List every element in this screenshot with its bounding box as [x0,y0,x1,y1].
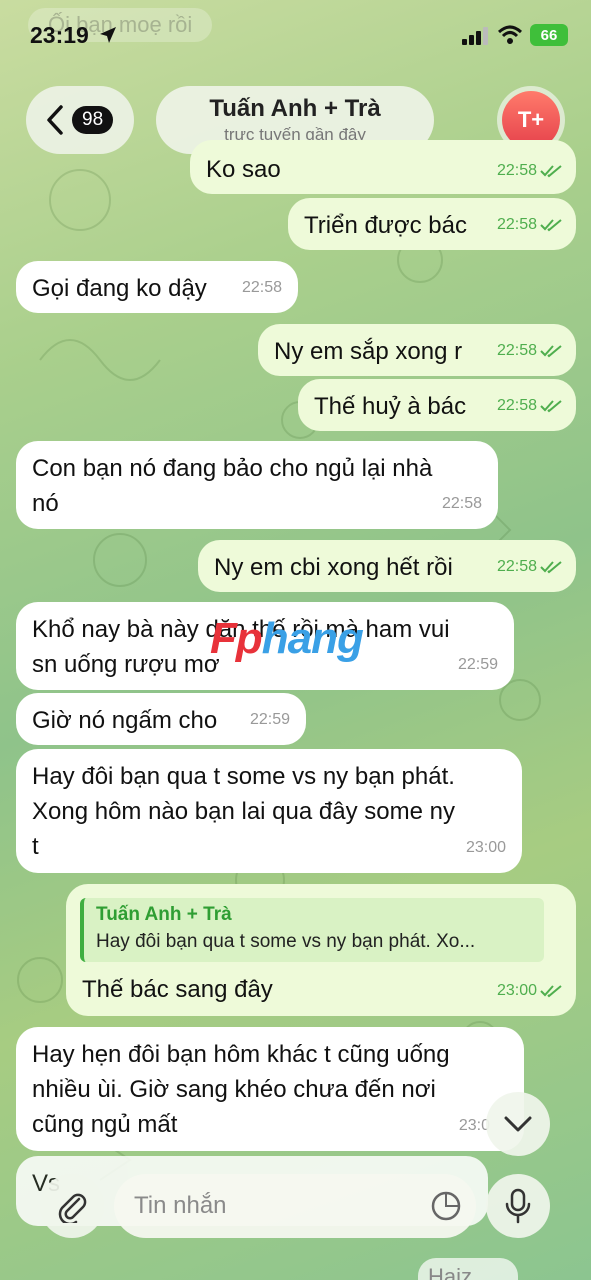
message-time: 22:59 [457,656,498,673]
message-text-line: sn uống rượu mơ [32,651,220,678]
message-text-line: Hay đôi bạn qua t some vs ny bạn phát. [32,763,455,790]
message-text-line: Hay hẹn đôi bạn hôm khác t cũng uống [32,1041,450,1068]
message-text-line: nhiều ùi. Giờ sang khéo chưa đến nơi [32,1076,436,1103]
unread-count-badge: 98 [72,106,114,134]
chevron-down-icon [504,1116,532,1132]
message-bubble-outgoing-reply[interactable]: Tuấn Anh + Trà Hay đôi bạn qua t some vs… [66,884,576,1016]
message-meta: 22:58 [497,388,562,423]
message-text: Triển được bác [304,212,467,239]
message-time: 22:58 [496,558,537,575]
sticker-icon[interactable] [430,1190,462,1222]
chevron-left-icon [47,105,63,135]
message-time: 22:58 [496,397,537,414]
reply-quote[interactable]: Tuấn Anh + Trà Hay đôi bạn qua t some vs… [80,898,544,962]
message-meta: 22:58 [497,549,562,584]
scroll-to-bottom-button[interactable] [486,1092,550,1156]
double-check-icon [540,218,562,231]
message-bubble-incoming[interactable]: Giờ nó ngấm cho 22:59 [16,693,306,745]
message-text: Gọi đang ko dậy [32,275,207,302]
cellular-signal-icon [462,27,488,45]
message-text-line: nó [32,490,59,517]
message-text-line: Con bạn nó đang bảo cho ngủ lại nhà [32,455,433,482]
message-text: Thế bác sang đây [82,976,273,1003]
message-bubble-outgoing[interactable]: Ny em cbi xong hết rồi 22:58 [198,540,576,592]
message-input[interactable] [134,1186,414,1226]
message-text: Giờ nó ngấm cho [32,707,218,734]
message-time: 22:58 [241,279,282,296]
message-bubble-outgoing[interactable]: Thế huỷ à bác 22:58 [298,379,576,431]
chat-title: Tuấn Anh + Trà [209,95,381,122]
microphone-icon [505,1188,531,1224]
message-time: 23:00 [465,839,506,856]
double-check-icon [540,344,562,357]
message-text-line: cũng ngủ mất [32,1111,178,1138]
next-message-peek: Haiz [418,1258,518,1280]
reply-snippet: Hay đôi bạn qua t some vs ny bạn phát. X… [96,931,476,952]
message-bubble-outgoing[interactable]: Triển được bác 22:58 [288,198,576,250]
location-arrow-icon [100,27,116,43]
message-bubble-outgoing[interactable]: Ny em sắp xong r 22:58 [258,324,576,376]
message-time: 22:59 [249,711,290,728]
wifi-icon [497,25,523,44]
message-meta: 23:00 [497,973,562,1008]
message-text: Ny em cbi xong hết rồi [214,554,453,581]
message-text: Ny em sắp xong r [274,338,463,365]
battery-indicator: 66 [530,24,568,46]
watermark-logo: Fphang [210,614,364,663]
voice-record-button[interactable] [486,1174,550,1238]
reply-author: Tuấn Anh + Trà [96,904,232,925]
message-text-line: Xong hôm nào bạn lai qua đây some ny [32,798,455,825]
back-button[interactable]: 98 [26,86,134,154]
message-text: Thế huỷ à bác [314,393,467,420]
message-bubble-incoming[interactable]: Hay đôi bạn qua t some vs ny bạn phát. X… [16,749,522,873]
message-text-line: t [32,833,39,860]
message-composer[interactable] [114,1174,476,1238]
message-meta: 22:58 [497,333,562,368]
status-bar: Ối bạn moẹ rồi 23:19 66 [0,0,591,70]
message-bubble-incoming[interactable]: Con bạn nó đang bảo cho ngủ lại nhà nó 2… [16,441,498,529]
message-bubble-incoming[interactable]: Hay hẹn đôi bạn hôm khác t cũng uống nhi… [16,1027,524,1151]
message-bubble-incoming[interactable]: Gọi đang ko dậy 22:58 [16,261,298,313]
message-meta: 22:58 [497,207,562,242]
double-check-icon [540,399,562,412]
message-time: 22:58 [496,342,537,359]
status-time: 23:19 [30,22,89,48]
message-time: 22:58 [496,216,537,233]
message-time: 22:58 [441,495,482,512]
double-check-icon [540,164,562,177]
double-check-icon [540,984,562,997]
message-text: Ko sao [206,156,281,183]
double-check-icon [540,560,562,573]
paperclip-icon [58,1193,87,1223]
message-bubble-outgoing[interactable]: Ko sao 22:58 [190,140,576,194]
message-meta: 22:58 [497,153,562,188]
attach-button[interactable] [40,1174,104,1238]
message-time: 23:00 [496,982,537,999]
message-time: 22:58 [496,162,537,179]
